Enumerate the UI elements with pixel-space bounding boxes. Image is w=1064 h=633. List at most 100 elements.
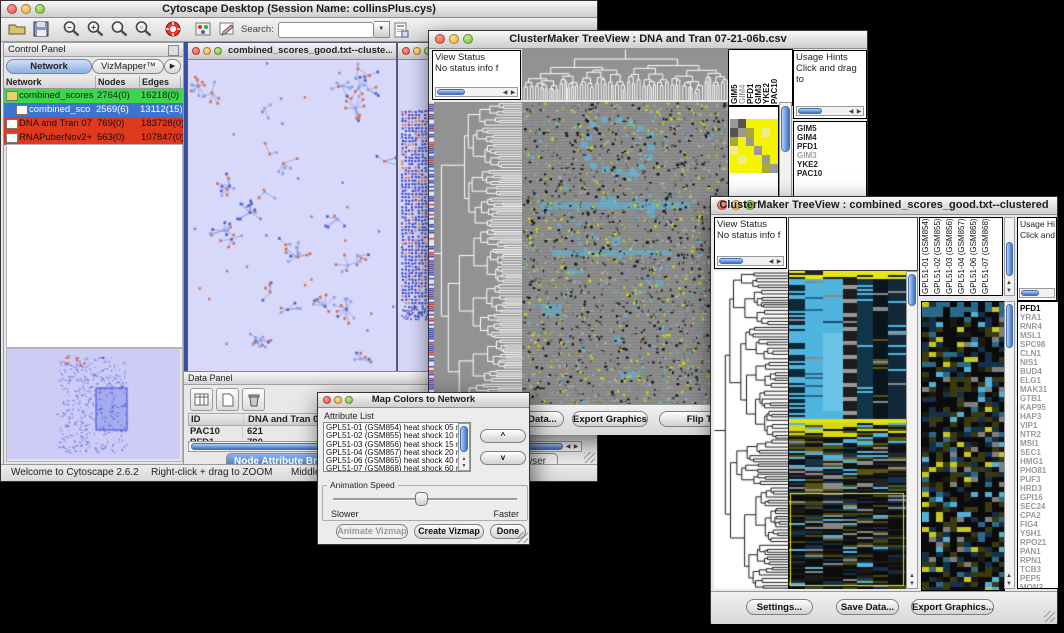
settings-button[interactable]: Settings... xyxy=(746,599,813,615)
tv2-heatmap-scrollbar[interactable]: ▲ ▼ xyxy=(906,271,918,589)
network-list-row[interactable]: DNA and Tran 07769(0)183728(0) xyxy=(4,117,183,131)
tab-vizmapper[interactable]: VizMapper™ xyxy=(92,59,164,74)
matrix-cell[interactable] xyxy=(762,119,770,128)
scroll-up-icon[interactable]: ▲ xyxy=(908,573,916,579)
float-panel-icon[interactable] xyxy=(168,45,179,56)
matrix-cell[interactable] xyxy=(762,155,770,164)
matrix-cell[interactable] xyxy=(762,164,770,173)
matrix-cell[interactable] xyxy=(754,155,762,164)
scroll-up-icon[interactable]: ▲ xyxy=(1005,280,1013,286)
matrix-cell[interactable] xyxy=(770,119,778,128)
matrix-cell[interactable] xyxy=(754,128,762,137)
scroll-down-icon[interactable]: ▼ xyxy=(460,463,468,469)
scroll-up-icon[interactable]: ▲ xyxy=(460,456,468,462)
export-graphics-button[interactable]: Export Graphics... xyxy=(572,411,648,427)
zoom-selected-icon[interactable]: ▫ xyxy=(132,19,154,38)
matrix-cell[interactable] xyxy=(746,137,754,146)
network-list-row[interactable]: RNAPuberNov2+563(0)107847(0) xyxy=(4,131,183,145)
tv2-column-dendrogram-area[interactable] xyxy=(788,217,918,271)
zoom-window-icon[interactable] xyxy=(214,47,222,55)
matrix-cell[interactable] xyxy=(770,155,778,164)
matrix-cell[interactable] xyxy=(746,146,754,155)
matrix-cell[interactable] xyxy=(754,119,762,128)
scroll-left-icon[interactable]: ◀ xyxy=(501,90,509,96)
move-down-button[interactable]: v xyxy=(480,451,526,465)
matrix-cell[interactable] xyxy=(770,128,778,137)
treeview1-titlebar[interactable]: ClusterMaker TreeView : DNA and Tran 07-… xyxy=(429,31,867,49)
close-icon[interactable] xyxy=(192,47,200,55)
scroll-down-icon[interactable]: ▼ xyxy=(1005,288,1013,294)
matrix-cell[interactable] xyxy=(762,146,770,155)
move-up-button[interactable]: ^ xyxy=(480,429,526,443)
tv2-column-labels[interactable]: GPL51-01 (GSM854)GPL51-02 (GSM855)GPL51-… xyxy=(919,217,1003,296)
scroll-right-icon[interactable]: ▶ xyxy=(775,259,783,265)
attribute-list[interactable]: GPL51-01 (GSM854) heat shock 05 minGPL51… xyxy=(323,422,471,472)
tv2-hints-scrollbar[interactable] xyxy=(1019,288,1055,298)
search-dropdown-icon[interactable]: ▼ xyxy=(374,21,390,38)
scroll-left-icon[interactable]: ◀ xyxy=(564,444,572,450)
matrix-cell[interactable] xyxy=(746,155,754,164)
tv1-column-dendrogram[interactable] xyxy=(522,49,728,100)
attribute-list-scrollbar[interactable]: ▲ ▼ xyxy=(458,423,470,471)
new-attribute-icon[interactable] xyxy=(216,388,239,411)
scroll-right-icon[interactable]: ▶ xyxy=(572,444,580,450)
network-list-row[interactable]: combined_sco2569(6)13112(15) xyxy=(4,103,183,117)
tv2-status-scrollbar[interactable]: ◀ ▶ xyxy=(717,256,784,266)
annotation-icon[interactable] xyxy=(216,20,238,39)
matrix-cell[interactable] xyxy=(770,164,778,173)
main-titlebar[interactable]: Cytoscape Desktop (Session Name: collins… xyxy=(1,1,597,18)
matrix-cell[interactable] xyxy=(738,155,746,164)
resize-grip[interactable] xyxy=(1044,611,1055,622)
treeview2-titlebar[interactable]: ClusterMaker TreeView : combined_scores_… xyxy=(711,197,1057,215)
save-icon[interactable] xyxy=(30,20,52,39)
matrix-cell[interactable] xyxy=(730,128,738,137)
matrix-cell[interactable] xyxy=(762,128,770,137)
correlation-matrix[interactable] xyxy=(730,119,778,173)
matrix-cell[interactable] xyxy=(730,164,738,173)
scroll-right-icon[interactable]: ▶ xyxy=(855,109,863,115)
resize-grip[interactable] xyxy=(517,532,528,543)
tv1-heatmap[interactable] xyxy=(522,102,728,404)
open-folder-icon[interactable] xyxy=(6,20,28,39)
scroll-left-icon[interactable]: ◀ xyxy=(767,259,775,265)
minimize-icon[interactable] xyxy=(203,47,211,55)
speed-slider-thumb[interactable] xyxy=(415,492,428,506)
tv2-labels-scrollbar[interactable]: ▲ ▼ xyxy=(1004,217,1015,296)
matrix-cell[interactable] xyxy=(746,164,754,173)
tv2-zoom-heatmap[interactable] xyxy=(921,301,1005,591)
matrix-cell[interactable] xyxy=(746,128,754,137)
tab-overflow-icon[interactable]: ▶ xyxy=(164,59,181,74)
export-graphics-button[interactable]: Export Graphics... xyxy=(911,599,994,615)
minimize-icon[interactable] xyxy=(413,47,421,55)
tv2-genes-scrollbar[interactable]: ▲ ▼ xyxy=(1004,301,1015,589)
attribute-item[interactable]: GPL51-07 (GSM868) heat shock 60 min xyxy=(326,465,470,472)
help-lifering-icon[interactable] xyxy=(162,20,184,39)
scroll-left-icon[interactable]: ◀ xyxy=(847,109,855,115)
tv1-row-dendrogram[interactable] xyxy=(434,102,522,404)
gene-label-list[interactable]: PFD1YRA1RNR4MSL1SPC98CLN1NIS1BUD4ELG1MAK… xyxy=(1017,301,1059,589)
scroll-up-icon[interactable]: ▲ xyxy=(1005,573,1013,579)
matrix-cell[interactable] xyxy=(730,146,738,155)
network-list-row[interactable]: combined_scores2764(0)16218(0) xyxy=(4,89,183,103)
id-column-header[interactable]: ID xyxy=(189,414,244,425)
close-icon[interactable] xyxy=(402,47,410,55)
dialog-titlebar[interactable]: Map Colors to Network xyxy=(318,393,529,408)
matrix-cell[interactable] xyxy=(738,164,746,173)
frame-a-titlebar[interactable]: combined_scores_good.txt--cluste... xyxy=(188,43,396,60)
matrix-cell[interactable] xyxy=(730,155,738,164)
zoom-in-icon[interactable]: + xyxy=(84,19,106,38)
matrix-cell[interactable] xyxy=(762,137,770,146)
matrix-cell[interactable] xyxy=(730,119,738,128)
matrix-cell[interactable] xyxy=(738,128,746,137)
matrix-cell[interactable] xyxy=(738,137,746,146)
matrix-cell[interactable] xyxy=(746,119,754,128)
save-data-button[interactable]: Save Data... xyxy=(836,599,899,615)
tv1-hints-scrollbar[interactable]: ◀ ▶ xyxy=(796,106,864,116)
vizmapper-icon[interactable] xyxy=(192,20,214,39)
scroll-down-icon[interactable]: ▼ xyxy=(908,581,916,587)
tv2-row-dendrogram[interactable] xyxy=(714,271,789,589)
tab-network[interactable]: Network xyxy=(6,59,92,74)
tv1-status-scrollbar[interactable]: ◀ ▶ xyxy=(435,87,518,97)
zoom-fit-icon[interactable] xyxy=(108,19,130,38)
column-header[interactable]: Nodes xyxy=(96,76,140,88)
